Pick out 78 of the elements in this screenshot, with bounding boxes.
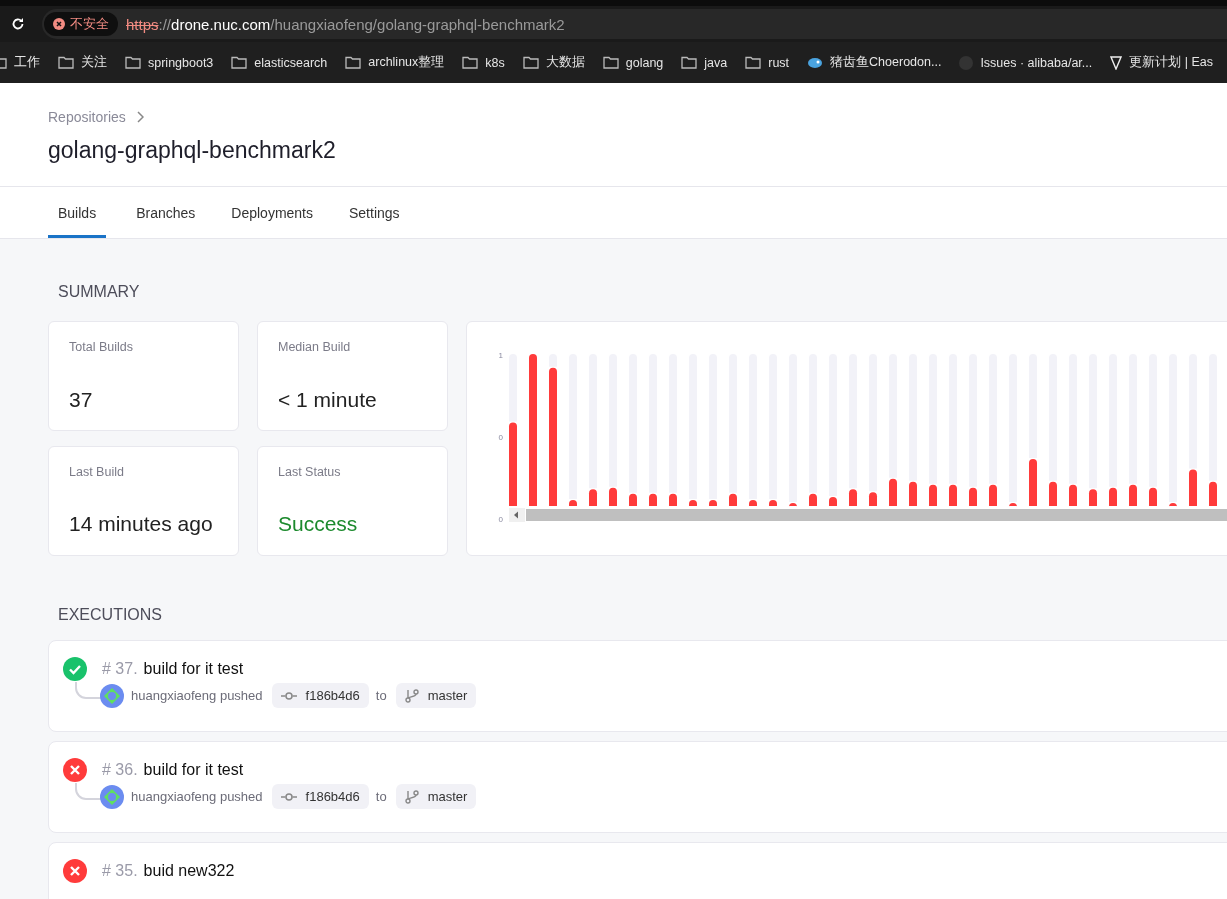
author-text: huangxiaofeng pushed [131,789,263,804]
folder-icon [345,56,362,69]
bookmark[interactable]: k8s [462,55,505,70]
to-text: to [375,688,387,703]
scrollbar-thumb[interactable] [526,509,1227,521]
execution-card[interactable]: # 35. buid new322 [48,842,1227,899]
failure-x-icon [63,859,87,883]
commit-icon [280,690,297,701]
stat-value: 14 minutes ago [69,511,214,537]
folder-icon [602,56,619,69]
stat-value: < 1 minute [278,386,378,412]
folder-icon [522,56,539,69]
execution-card[interactable]: # 37. build for it test huangxiaofeng pushed f186b4d6 to master [48,640,1227,732]
folder-icon [745,56,762,69]
build-title[interactable]: buid new322 [143,862,235,880]
axis-label: 1 [498,351,503,360]
connector-line [75,782,101,801]
repo-title: golang-graphql-benchmark2 [48,137,337,164]
bookmark[interactable]: 关注 [58,54,107,71]
bookmark[interactable]: springboot3 [125,55,214,70]
branch-tag[interactable]: master [395,784,477,809]
tab[interactable]: Settings [349,187,400,238]
stat-value: 37 [69,386,94,412]
security-badge[interactable]: 不安全 [44,12,118,36]
axis-label: 0 [498,515,503,524]
folder-icon [681,56,698,69]
build-title[interactable]: build for it test [143,761,244,779]
bookmark[interactable]: elasticsearch [231,55,328,70]
build-number: # 36. [102,761,138,779]
chevron-right-icon [135,111,144,123]
branch-icon [404,789,419,804]
tab[interactable]: Builds [48,187,107,238]
scroll-left-button[interactable] [509,508,525,522]
author-text: huangxiaofeng pushed [131,688,263,703]
stat-label: Median Build [278,340,352,354]
commit-tag[interactable]: f186b4d6 [271,683,369,708]
bookmark[interactable]: java [681,55,728,70]
bookmark[interactable]: rust [745,55,790,70]
success-check-icon [63,657,87,681]
fish-icon [807,56,824,69]
commit-icon [280,791,297,802]
folder-icon [231,56,248,69]
branch-icon [404,688,419,703]
axis-label: 0 [498,433,503,442]
bookmark[interactable]: golang [602,55,664,70]
section-heading: SUMMARY [58,283,141,301]
shield-icon [1110,55,1123,70]
reload-icon[interactable] [11,17,25,31]
section-heading: EXECUTIONS [58,606,163,624]
tab[interactable]: Branches [136,187,196,238]
bookmark[interactable]: archlinux整理 [345,54,445,71]
avatar-icon [100,784,124,809]
bookmark[interactable]: 大数据 [522,54,585,71]
bookmark[interactable]: 工作 [0,54,40,71]
build-number: # 37. [102,660,138,678]
breadcrumb-link[interactable]: Repositories [48,109,126,125]
folder-icon [462,56,479,69]
folder-icon [58,56,74,69]
bookmark[interactable]: 猪齿鱼Choerodon... [807,54,942,71]
address-bar[interactable]: 不安全 https://drone.nuc.com/huangxiaofeng/golang-graphql-benchmark2 [42,9,1227,39]
to-text: to [375,789,387,804]
bookmark[interactable]: 更新计划 | Eas [1110,54,1213,71]
stat-label: Last Status [278,464,342,479]
avatar-icon [100,683,124,708]
commit-tag[interactable]: f186b4d6 [271,784,369,809]
bookmark[interactable]: Issues · alibaba/ar... [959,55,1093,70]
failure-x-icon [63,758,87,782]
connector-line [75,681,101,700]
stat-value: Success [278,511,359,537]
folder-icon [125,56,141,69]
branch-tag[interactable]: master [395,683,477,708]
tab[interactable]: Deployments [231,187,313,238]
build-number: # 35. [102,862,138,880]
url-text: https://drone.nuc.com/huangxiaofeng/golang-graphql-benchmark2 [126,15,565,33]
execution-card[interactable]: # 36. build for it test huangxiaofeng pushed f186b4d6 to master [48,741,1227,833]
build-title[interactable]: build for it test [143,660,244,678]
stat-label: Total Builds [69,340,134,354]
stat-label: Last Build [69,464,125,479]
